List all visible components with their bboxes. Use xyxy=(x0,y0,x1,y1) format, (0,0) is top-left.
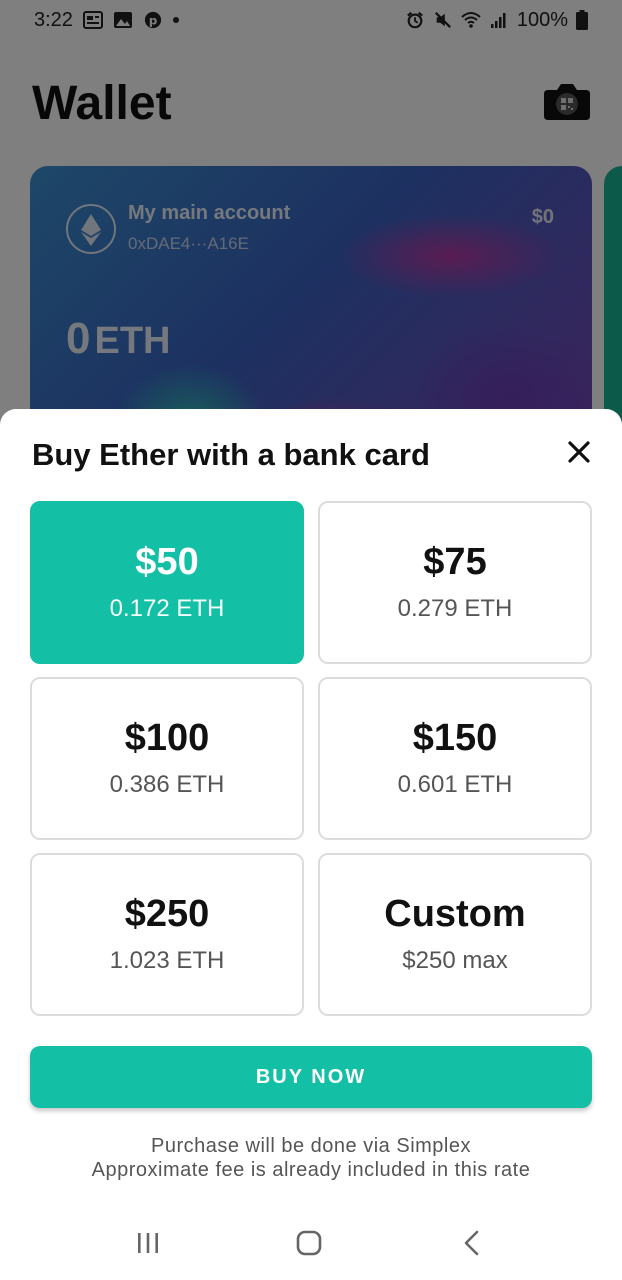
amount-option-eth: 0.386 ETH xyxy=(109,771,225,799)
system-nav-bar xyxy=(0,1206,622,1280)
recents-icon[interactable] xyxy=(136,1232,160,1254)
amount-option-value: $100 xyxy=(124,716,210,759)
home-icon[interactable] xyxy=(296,1230,322,1256)
back-icon[interactable] xyxy=(462,1230,480,1256)
fee-note: Approximate fee is already included in t… xyxy=(91,1159,531,1181)
amount-option-50[interactable]: $50 0.172 ETH xyxy=(30,501,304,664)
close-icon[interactable] xyxy=(562,435,596,469)
amount-option-value: $150 xyxy=(412,716,498,759)
amount-option-150[interactable]: $150 0.601 ETH xyxy=(318,677,592,840)
amount-option-eth: 0.601 ETH xyxy=(397,771,513,799)
sheet-title: Buy Ether with a bank card xyxy=(32,437,430,472)
amount-option-value: $50 xyxy=(135,540,199,583)
amount-option-limit: $250 max xyxy=(402,947,508,975)
amount-option-250[interactable]: $250 1.023 ETH xyxy=(30,853,304,1016)
amount-option-value: $75 xyxy=(423,540,487,583)
amount-option-value: Custom xyxy=(384,892,526,935)
buy-ether-sheet: Buy Ether with a bank card $50 0.172 ETH… xyxy=(0,409,622,1280)
provider-note: Purchase will be done via Simplex xyxy=(151,1135,471,1157)
amount-option-eth: 0.279 ETH xyxy=(397,595,513,623)
amount-option-custom[interactable]: Custom $250 max xyxy=(318,853,592,1016)
amount-option-eth: 1.023 ETH xyxy=(109,947,225,975)
amount-option-75[interactable]: $75 0.279 ETH xyxy=(318,501,592,664)
amount-option-value: $250 xyxy=(124,892,210,935)
amount-option-eth: 0.172 ETH xyxy=(109,595,225,623)
buy-now-button[interactable]: BUY NOW xyxy=(30,1046,592,1108)
amount-option-100[interactable]: $100 0.386 ETH xyxy=(30,677,304,840)
